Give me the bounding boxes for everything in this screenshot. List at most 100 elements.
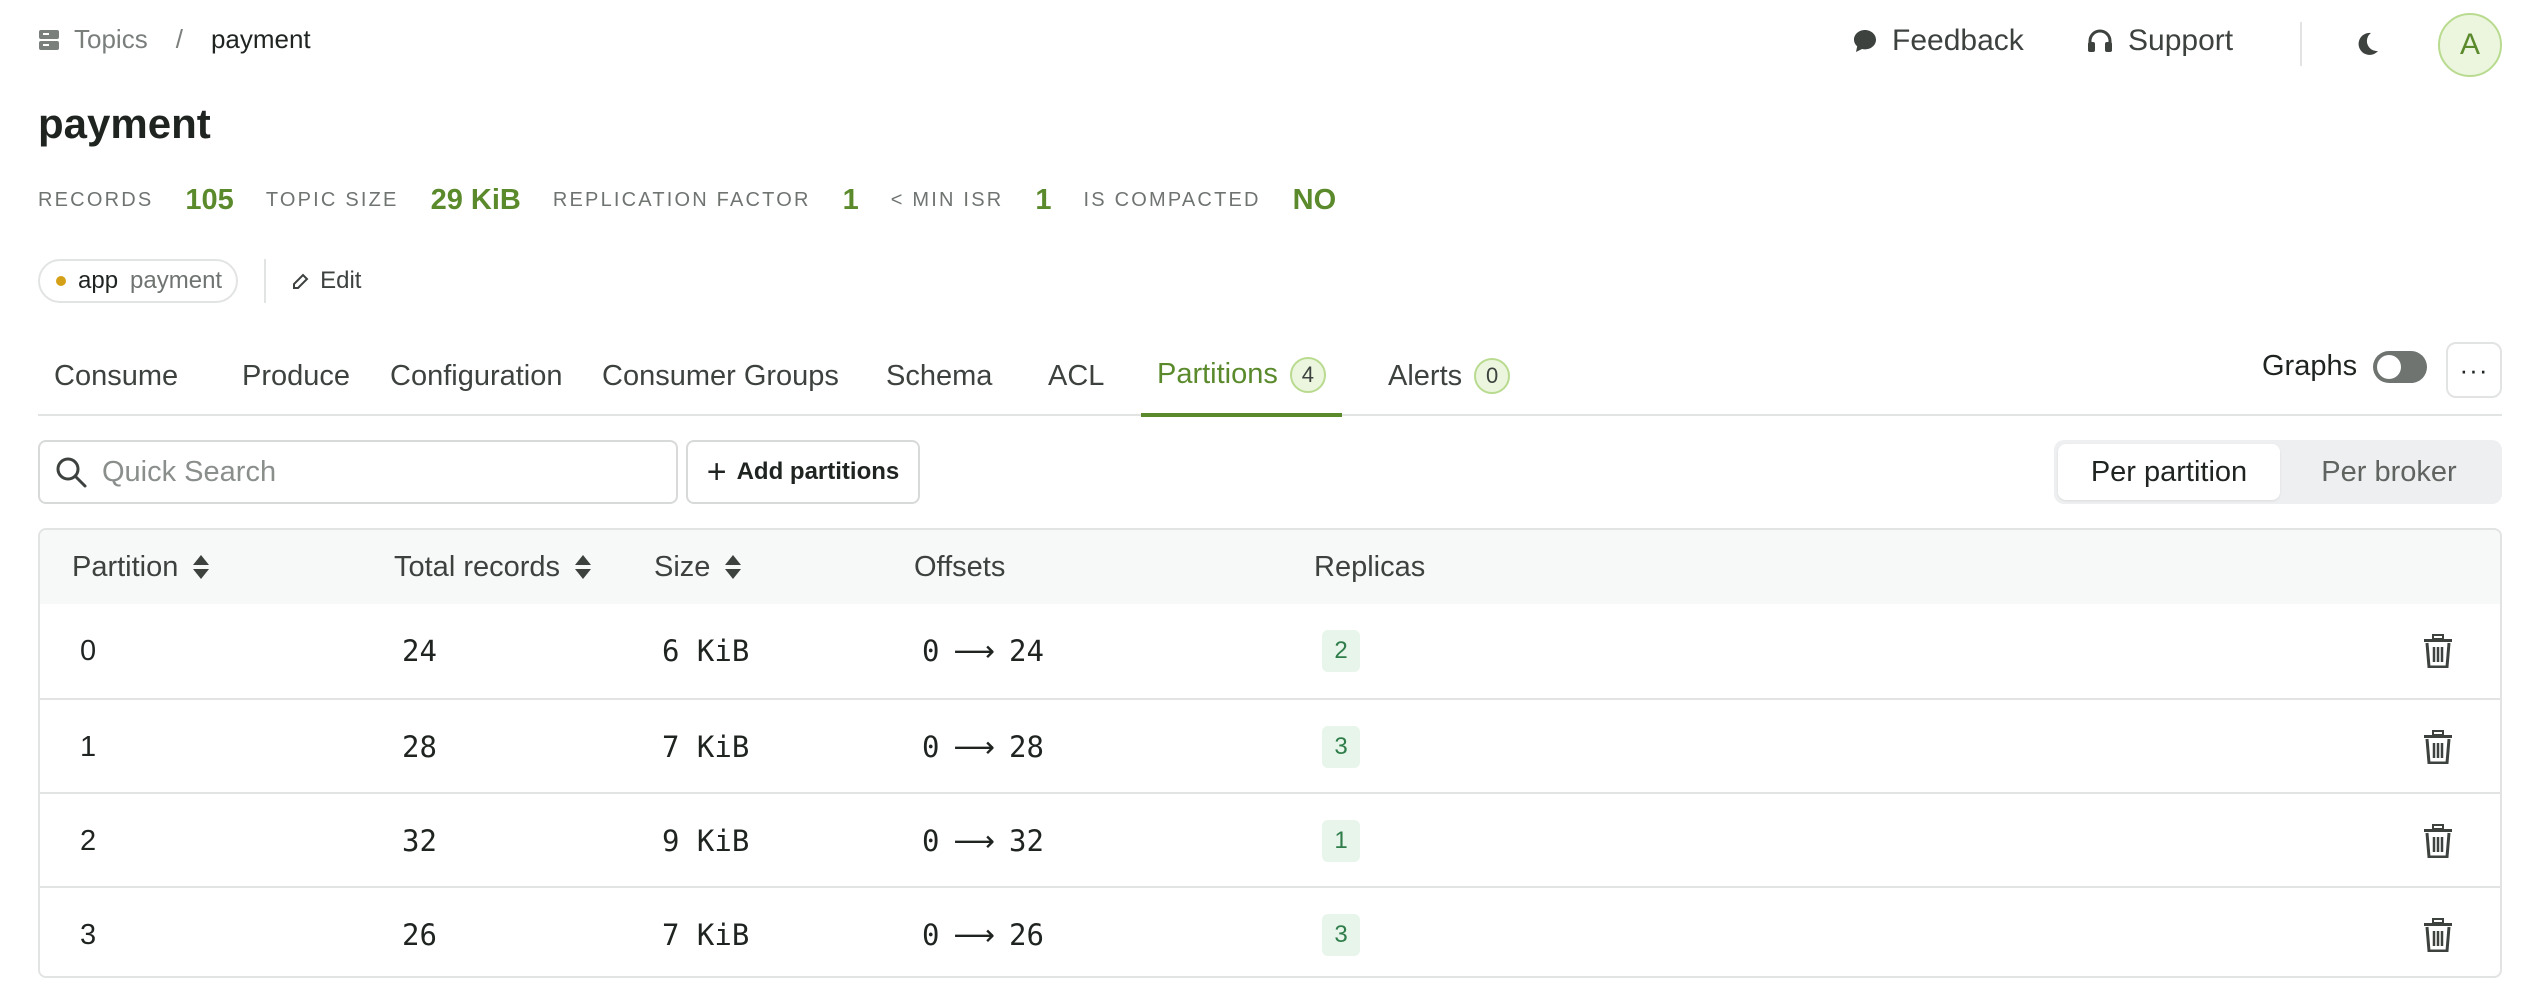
- delete-partition-button[interactable]: [2423, 634, 2453, 673]
- chat-bubble-icon: [1854, 30, 1876, 52]
- tab-label: Schema: [886, 359, 993, 392]
- tab-alerts[interactable]: Alerts 0: [1372, 336, 1526, 416]
- more-actions-button[interactable]: ···: [2446, 342, 2502, 398]
- tab-label: Produce: [242, 359, 351, 392]
- offset-start: 0: [922, 730, 940, 764]
- stat-is-compacted-label: IS COMPACTED: [1083, 188, 1261, 211]
- tab-acl[interactable]: ACL: [1032, 336, 1120, 416]
- size-cell: 7 KiB: [662, 730, 750, 764]
- dark-mode-toggle[interactable]: [2353, 30, 2381, 63]
- column-label: Total records: [394, 550, 561, 583]
- label-key: app: [78, 267, 119, 294]
- delete-partition-button[interactable]: [2423, 824, 2453, 863]
- breadcrumb-separator: /: [175, 24, 183, 54]
- tab-label: Configuration: [390, 359, 563, 392]
- stat-replication-factor-label: REPLICATION FACTOR: [552, 188, 811, 211]
- partition-cell: 3: [80, 918, 97, 951]
- arrow-right-icon: ⟶: [953, 730, 996, 764]
- stat-is-compacted-value: NO: [1292, 183, 1337, 216]
- breadcrumb-current: payment: [210, 24, 311, 54]
- column-partition[interactable]: Partition: [72, 530, 210, 604]
- column-total-records[interactable]: Total records: [394, 530, 592, 604]
- headphones-icon: [2088, 29, 2112, 52]
- page-title: payment: [38, 100, 211, 147]
- table-header: Partition Total records Size Offsets Rep…: [40, 530, 2500, 604]
- support-link[interactable]: Support: [2086, 24, 2233, 58]
- column-size[interactable]: Size: [654, 530, 742, 604]
- column-label: Replicas: [1314, 550, 1426, 583]
- replicas-cell: 1: [1322, 794, 1360, 888]
- tab-consumer-groups[interactable]: Consumer Groups: [586, 336, 855, 416]
- partition-cell: 0: [80, 634, 97, 667]
- column-label: Size: [654, 550, 711, 583]
- replicas-badge: 2: [1322, 630, 1360, 672]
- tab-schema[interactable]: Schema: [870, 336, 1008, 416]
- total-records-cell: 32: [402, 824, 437, 858]
- edit-labels-button[interactable]: Edit: [292, 267, 361, 295]
- column-label: Offsets: [914, 550, 1006, 583]
- offset-end: 32: [1009, 824, 1044, 858]
- label-value: payment: [130, 267, 223, 294]
- sort-icon: [725, 555, 742, 579]
- support-label: Support: [2128, 24, 2234, 57]
- stat-min-isr-value: 1: [1035, 183, 1052, 216]
- offsets-cell: 0 ⟶ 24: [922, 604, 1044, 698]
- search-input[interactable]: [102, 455, 662, 489]
- moon-icon: [2358, 32, 2378, 55]
- table-row: 0 24 6 KiB 0 ⟶ 24 2: [40, 604, 2500, 698]
- replicas-cell: 3: [1322, 888, 1360, 976]
- feedback-label: Feedback: [1892, 24, 2024, 57]
- graphs-toggle-group: Graphs: [2262, 350, 2428, 383]
- column-label: Partition: [72, 550, 179, 583]
- size-cell: 6 KiB: [662, 634, 750, 668]
- delete-partition-button[interactable]: [2423, 730, 2453, 769]
- arrow-right-icon: ⟶: [953, 824, 996, 858]
- search-icon: [56, 457, 87, 488]
- tab-label: Partitions: [1157, 358, 1278, 390]
- table-row: 2 32 9 KiB 0 ⟶ 32 1: [40, 792, 2500, 886]
- label-chip: app payment: [38, 259, 239, 303]
- trash-icon: [2424, 634, 2452, 669]
- column-replicas: Replicas: [1314, 530, 1425, 604]
- per-broker-button[interactable]: Per broker: [2280, 444, 2498, 500]
- header-divider: [2300, 22, 2302, 66]
- table-row: 3 26 7 KiB 0 ⟶ 26 3: [40, 886, 2500, 976]
- partition-cell: 1: [80, 730, 97, 763]
- edit-label: Edit: [320, 267, 362, 294]
- partitions-count-badge: 4: [1289, 356, 1326, 393]
- add-partitions-button[interactable]: + Add partitions: [686, 440, 920, 504]
- avatar[interactable]: A: [2438, 13, 2502, 77]
- stat-replication-factor-value: 1: [842, 183, 859, 216]
- sort-icon: [575, 555, 592, 579]
- tab-partitions[interactable]: Partitions 4: [1141, 336, 1342, 417]
- quick-search: [38, 440, 678, 504]
- topic-stats: RECORDS 105 TOPIC SIZE 29 KiB REPLICATIO…: [38, 184, 1368, 216]
- size-cell: 7 KiB: [662, 918, 750, 952]
- tab-configuration[interactable]: Configuration: [374, 336, 579, 416]
- delete-partition-button[interactable]: [2423, 918, 2453, 957]
- total-records-cell: 28: [402, 730, 437, 764]
- tab-label: Alerts: [1388, 359, 1463, 392]
- tab-consume[interactable]: Consume: [38, 336, 194, 416]
- partitions-table: Partition Total records Size Offsets Rep…: [38, 528, 2502, 978]
- offsets-cell: 0 ⟶ 26: [922, 888, 1044, 976]
- toggle-knob: [2377, 354, 2402, 379]
- column-offsets: Offsets: [914, 530, 1005, 604]
- graphs-label: Graphs: [2262, 350, 2358, 382]
- replicas-badge: 1: [1322, 820, 1360, 862]
- alerts-count-badge: 0: [1474, 358, 1511, 394]
- topic-tabs: Consume Produce Configuration Consumer G…: [38, 336, 2502, 417]
- size-cell: 9 KiB: [662, 824, 750, 858]
- tab-produce[interactable]: Produce: [226, 336, 366, 416]
- feedback-link[interactable]: Feedback: [1852, 24, 2024, 58]
- breadcrumb-topics-link[interactable]: Topics: [74, 24, 148, 55]
- partition-cell: 2: [80, 824, 97, 857]
- trash-icon: [2424, 824, 2452, 859]
- tab-label: ACL: [1048, 359, 1105, 392]
- graphs-toggle[interactable]: [2373, 350, 2428, 383]
- offset-end: 24: [1009, 634, 1044, 668]
- view-switcher: Per partition Per broker: [2054, 440, 2502, 504]
- offset-start: 0: [922, 918, 940, 952]
- replicas-badge: 3: [1322, 726, 1360, 768]
- per-partition-button[interactable]: Per partition: [2058, 444, 2280, 500]
